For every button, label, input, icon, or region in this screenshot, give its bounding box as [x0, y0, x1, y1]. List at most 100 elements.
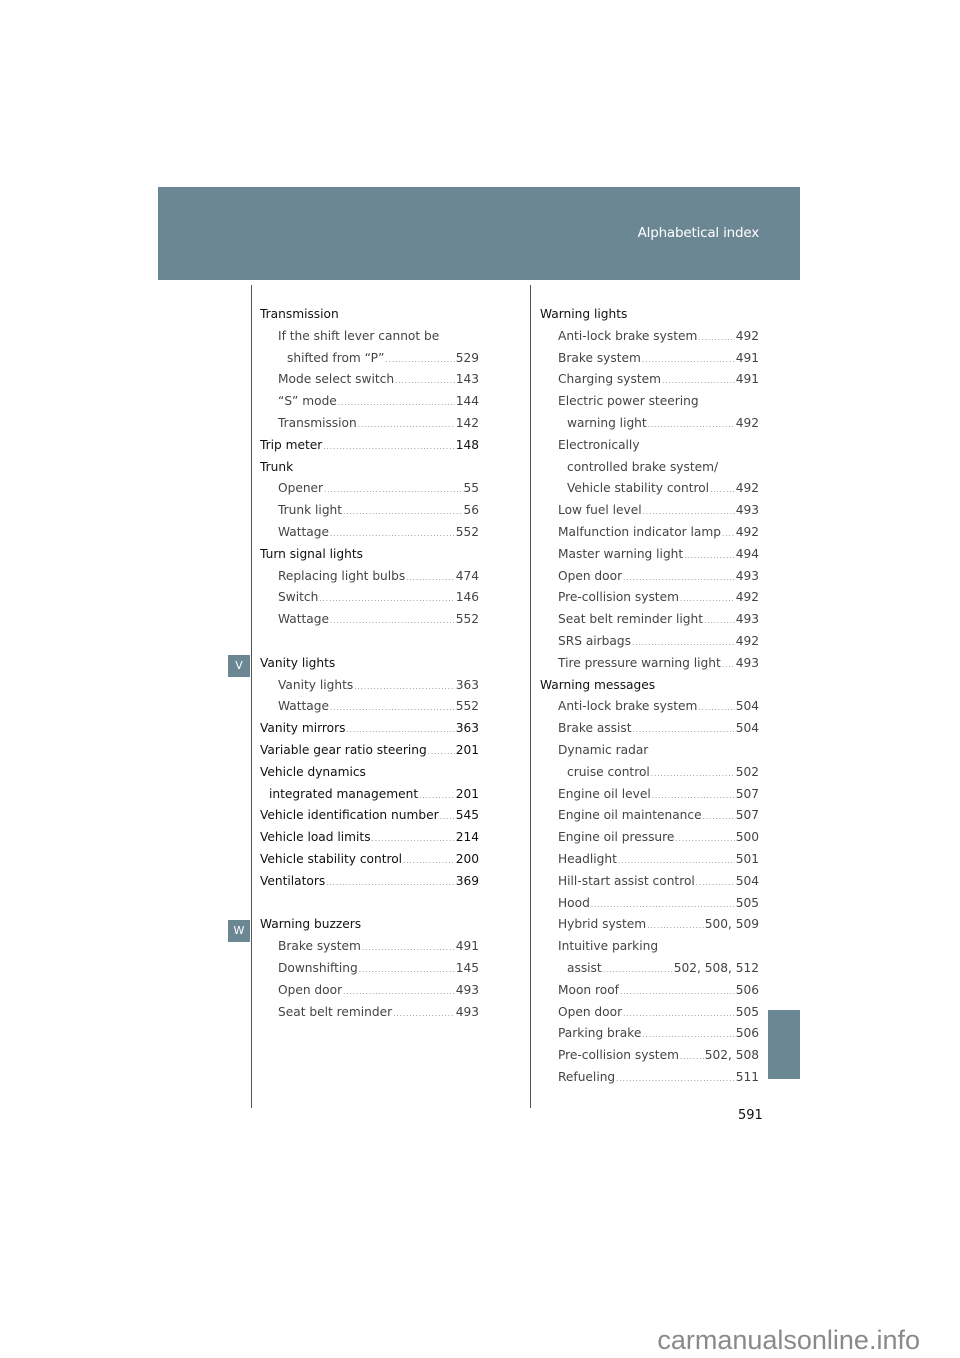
index-entry[interactable]: Hybrid system 500, 509 [540, 914, 759, 936]
entry-page-ref[interactable]: 493 [736, 500, 759, 522]
index-entry[interactable]: Vanity lights [260, 653, 479, 675]
letter-tab-v[interactable]: V [228, 655, 250, 677]
entry-page-ref[interactable]: 507 [736, 805, 759, 827]
entry-page-ref[interactable]: 552 [456, 696, 479, 718]
index-entry[interactable]: controlled brake system/ [540, 457, 759, 479]
index-entry[interactable]: cruise control 502 [540, 762, 759, 784]
entry-page-ref[interactable]: 144 [456, 391, 479, 413]
entry-page-ref[interactable]: 505 [736, 1002, 759, 1024]
index-entry[interactable]: Vehicle stability control 492 [540, 478, 759, 500]
entry-page-ref[interactable]: 143 [456, 369, 479, 391]
index-entry[interactable]: Engine oil level 507 [540, 784, 759, 806]
entry-page-ref[interactable]: 363 [456, 675, 479, 697]
index-entry[interactable]: Open door 505 [540, 1002, 759, 1024]
index-entry[interactable]: Variable gear ratio steering 201 [260, 740, 479, 762]
entry-page-ref[interactable]: 493 [736, 609, 759, 631]
entry-page-ref[interactable]: 214 [456, 827, 479, 849]
index-entry[interactable]: Hill-start assist control 504 [540, 871, 759, 893]
index-entry[interactable]: If the shift lever cannot be [260, 326, 479, 348]
index-entry[interactable]: Wattage 552 [260, 522, 479, 544]
entry-page-ref[interactable]: 504 [736, 871, 759, 893]
index-entry[interactable]: Wattage 552 [260, 609, 479, 631]
index-entry[interactable]: assist 502, 508, 512 [540, 958, 759, 980]
index-entry[interactable]: SRS airbags 492 [540, 631, 759, 653]
index-entry[interactable]: Parking brake 506 [540, 1023, 759, 1045]
index-entry[interactable]: Vanity mirrors 363 [260, 718, 479, 740]
entry-page-ref[interactable]: 502, 508 [705, 1045, 759, 1067]
index-entry[interactable]: Anti-lock brake system 492 [540, 326, 759, 348]
index-entry[interactable]: Open door 493 [260, 980, 479, 1002]
entry-page-ref[interactable]: 492 [736, 413, 759, 435]
entry-page-ref[interactable]: 146 [456, 587, 479, 609]
entry-page-ref[interactable]: 552 [456, 522, 479, 544]
entry-page-ref[interactable]: 363 [456, 718, 479, 740]
index-entry[interactable]: Open door 493 [540, 566, 759, 588]
index-entry[interactable]: Switch 146 [260, 587, 479, 609]
index-entry[interactable]: Low fuel level 493 [540, 500, 759, 522]
index-entry[interactable]: Vehicle dynamics [260, 762, 479, 784]
index-entry[interactable]: Vehicle identification number 545 [260, 805, 479, 827]
index-entry[interactable]: warning light 492 [540, 413, 759, 435]
index-entry[interactable]: shifted from “P” 529 [260, 348, 479, 370]
entry-page-ref[interactable]: 491 [736, 348, 759, 370]
entry-page-ref[interactable]: 145 [456, 958, 479, 980]
entry-page-ref[interactable]: 491 [456, 936, 479, 958]
entry-page-ref[interactable]: 200 [456, 849, 479, 871]
index-entry[interactable]: Wattage 552 [260, 696, 479, 718]
index-entry[interactable]: Headlight 501 [540, 849, 759, 871]
index-entry[interactable]: Trunk light 56 [260, 500, 479, 522]
entry-page-ref[interactable]: 492 [736, 326, 759, 348]
index-entry[interactable]: Charging system 491 [540, 369, 759, 391]
entry-page-ref[interactable]: 56 [463, 500, 479, 522]
entry-page-ref[interactable]: 502, 508, 512 [674, 958, 759, 980]
index-entry[interactable]: Electronically [540, 435, 759, 457]
entry-page-ref[interactable]: 493 [456, 980, 479, 1002]
index-entry[interactable]: Anti-lock brake system 504 [540, 696, 759, 718]
index-entry[interactable]: Pre-collision system 502, 508 [540, 1045, 759, 1067]
index-entry[interactable]: “S” mode 144 [260, 391, 479, 413]
entry-page-ref[interactable]: 506 [736, 980, 759, 1002]
index-entry[interactable]: Refueling 511 [540, 1067, 759, 1089]
entry-page-ref[interactable]: 201 [456, 784, 479, 806]
entry-page-ref[interactable]: 492 [736, 587, 759, 609]
index-entry[interactable]: Transmission [260, 304, 479, 326]
entry-page-ref[interactable]: 500, 509 [705, 914, 759, 936]
entry-page-ref[interactable]: 55 [463, 478, 479, 500]
index-entry[interactable]: Opener 55 [260, 478, 479, 500]
index-entry[interactable]: Turn signal lights [260, 544, 479, 566]
entry-page-ref[interactable]: 492 [736, 478, 759, 500]
entry-page-ref[interactable]: 506 [736, 1023, 759, 1045]
entry-page-ref[interactable]: 492 [736, 522, 759, 544]
letter-tab-w[interactable]: W [228, 920, 250, 942]
index-entry[interactable]: Warning buzzers [260, 914, 479, 936]
index-entry[interactable]: Electric power steering [540, 391, 759, 413]
index-entry[interactable]: Malfunction indicator lamp 492 [540, 522, 759, 544]
index-entry[interactable]: Master warning light 494 [540, 544, 759, 566]
chapter-side-tab[interactable] [768, 1010, 800, 1079]
index-entry[interactable]: Intuitive parking [540, 936, 759, 958]
index-entry[interactable]: Brake assist 504 [540, 718, 759, 740]
entry-page-ref[interactable]: 491 [736, 369, 759, 391]
entry-page-ref[interactable]: 493 [456, 1002, 479, 1024]
index-entry[interactable]: Pre-collision system 492 [540, 587, 759, 609]
entry-page-ref[interactable]: 505 [736, 893, 759, 915]
entry-page-ref[interactable]: 148 [456, 435, 479, 457]
index-entry[interactable]: Mode select switch 143 [260, 369, 479, 391]
entry-page-ref[interactable]: 545 [456, 805, 479, 827]
index-entry[interactable]: Hood 505 [540, 893, 759, 915]
entry-page-ref[interactable]: 529 [456, 348, 479, 370]
entry-page-ref[interactable]: 474 [456, 566, 479, 588]
index-entry[interactable]: Warning messages [540, 675, 759, 697]
entry-page-ref[interactable]: 504 [736, 696, 759, 718]
index-entry[interactable]: Vehicle stability control 200 [260, 849, 479, 871]
index-entry[interactable]: Brake system 491 [260, 936, 479, 958]
index-entry[interactable]: Seat belt reminder light 493 [540, 609, 759, 631]
index-entry[interactable]: Dynamic radar [540, 740, 759, 762]
index-entry[interactable]: Transmission 142 [260, 413, 479, 435]
index-entry[interactable]: Vanity lights 363 [260, 675, 479, 697]
index-entry[interactable]: Tire pressure warning light 493 [540, 653, 759, 675]
index-entry[interactable]: integrated management 201 [260, 784, 479, 806]
index-entry[interactable]: Moon roof 506 [540, 980, 759, 1002]
entry-page-ref[interactable]: 504 [736, 718, 759, 740]
entry-page-ref[interactable]: 494 [736, 544, 759, 566]
